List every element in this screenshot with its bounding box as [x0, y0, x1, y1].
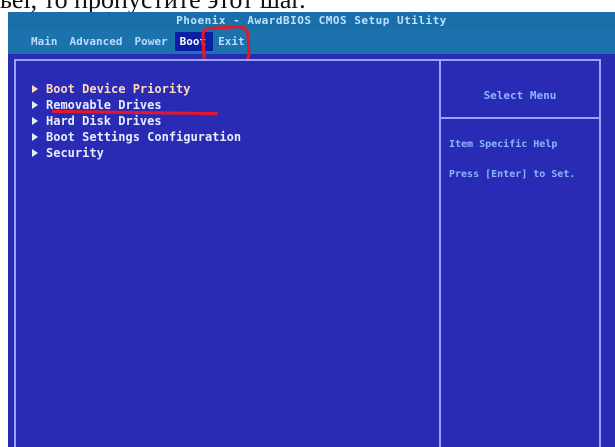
item-hard-disk-drives[interactable]: Hard Disk Drives [32, 113, 241, 129]
triangle-right-icon [32, 149, 38, 157]
help-press-enter: Press [Enter] to Set. [449, 169, 576, 180]
menu-main[interactable]: Main [26, 32, 65, 51]
bios-menubar: Main Advanced Power Boot Exit [8, 29, 615, 54]
item-label: Hard Disk Drives [46, 114, 162, 128]
triangle-right-icon [32, 133, 38, 141]
item-security[interactable]: Security [32, 145, 241, 161]
triangle-right-icon [32, 117, 38, 125]
menu-power[interactable]: Power [129, 32, 174, 51]
item-label: Boot Device Priority [46, 82, 191, 96]
boot-item-list: Boot Device Priority Removable Drives Ha… [32, 81, 241, 161]
help-title: Select Menu [483, 89, 557, 102]
item-label: Security [46, 146, 104, 160]
menu-advanced[interactable]: Advanced [65, 32, 130, 51]
help-item-specific: Item Specific Help [449, 139, 558, 150]
triangle-right-icon [32, 101, 38, 109]
item-label: Boot Settings Configuration [46, 130, 242, 144]
bios-screen: Phoenix - AwardBIOS CMOS Setup Utility M… [8, 12, 615, 447]
item-boot-settings-configuration[interactable]: Boot Settings Configuration [32, 129, 241, 145]
bios-title: Phoenix - AwardBIOS CMOS Setup Utility [8, 12, 615, 29]
triangle-right-icon [32, 85, 38, 93]
item-boot-device-priority[interactable]: Boot Device Priority [32, 81, 241, 97]
help-divider [441, 117, 599, 119]
bios-main-panel: Boot Device Priority Removable Drives Ha… [14, 59, 601, 447]
